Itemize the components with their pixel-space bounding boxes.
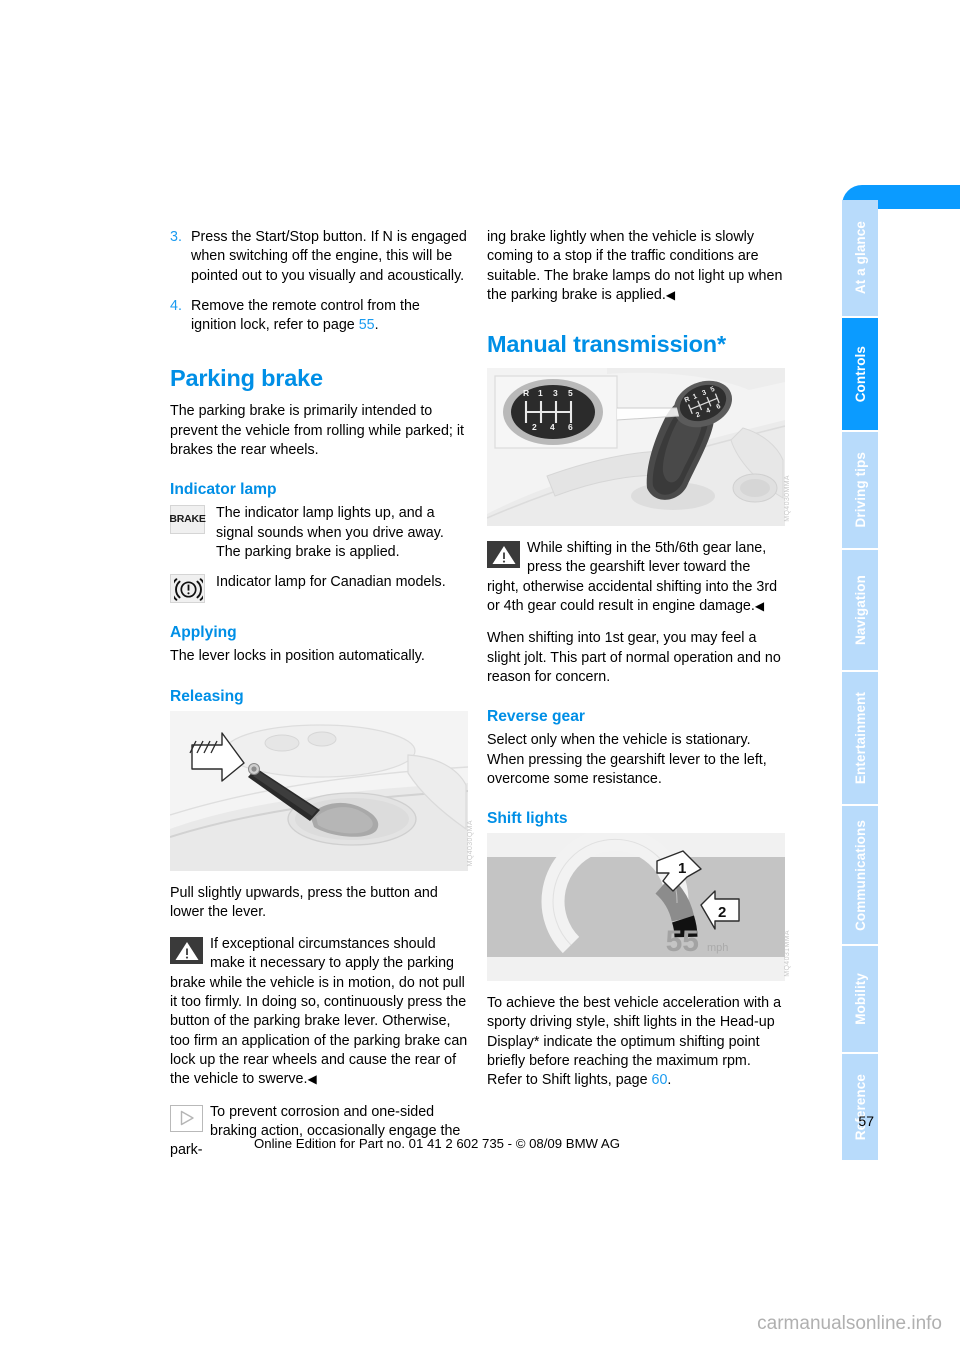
warning-icon-glyph: [492, 546, 515, 565]
right-column: ing brake lightly when the vehicle is sl…: [487, 228, 791, 1104]
figure-code: MQ4031MMA: [783, 930, 791, 978]
svg-text:3: 3: [553, 388, 558, 398]
canadian-brake-indicator-icon: [170, 574, 205, 604]
brake-warning-symbol: [174, 578, 203, 602]
sidebar-tab-label: Reference: [852, 1073, 868, 1141]
heading-indicator-lamp: Indicator lamp: [170, 481, 277, 499]
figure-parking-brake-lever: MQ4030QMA: [170, 710, 474, 871]
warning-icon-glyph: [175, 942, 198, 961]
sidebar-tab-communications[interactable]: Communications: [842, 806, 878, 946]
svg-text:1: 1: [678, 860, 686, 877]
sidebar-tab-label: Navigation: [852, 574, 868, 645]
heading-reverse-gear: Reverse gear: [487, 708, 585, 726]
step-number: 4.: [170, 297, 182, 314]
svg-text:6: 6: [568, 422, 573, 432]
hud-speed-value: 55: [666, 925, 699, 958]
canadian-indicator-text: Indicator lamp for Canadian models.: [216, 574, 446, 591]
heading-applying: Applying: [170, 624, 237, 642]
page-link[interactable]: 55: [359, 317, 375, 333]
end-mark: ◀: [665, 287, 676, 302]
list-item: 3. Press the Start/Stop button. If N is …: [170, 228, 468, 286]
left-column: 3. Press the Start/Stop button. If N is …: [169, 228, 474, 1161]
warning-block: If exceptional circumstances should make…: [170, 935, 468, 1089]
figure-code: MQ4030QMA: [466, 820, 474, 867]
reverse-gear-text: Select only when the vehicle is stationa…: [487, 732, 767, 787]
heading-releasing: Releasing: [170, 687, 244, 705]
step-text: Press the Start/Stop button. If N is eng…: [191, 229, 467, 284]
warning-triangle-icon: [487, 541, 520, 569]
figure-manual-transmission: R135 246 R135 246 MQ4030MMA: [487, 368, 791, 527]
indicator-lamp-text: The indicator lamp lights up, and a sign…: [216, 505, 444, 560]
canadian-brake-indicator-icon-wrap: [170, 573, 208, 604]
step-text-before: Remove the remote control from the ignit…: [191, 297, 420, 334]
page-link[interactable]: 60: [652, 1072, 668, 1088]
svg-text:R: R: [523, 388, 529, 398]
sidebar-tab-controls[interactable]: Controls: [842, 318, 878, 432]
list-item: 4. Remove the remote control from the ig…: [170, 297, 468, 336]
shift-lights-text: To achieve the best vehicle acceleration…: [487, 994, 785, 1090]
end-mark: ◀: [754, 599, 765, 614]
warning-text: While shifting in the 5th/6th gear lane,…: [487, 540, 778, 615]
figure-code: MQ4030MMA: [783, 475, 791, 523]
sidebar-tab-entertainment[interactable]: Entertainment: [842, 672, 878, 806]
step-text: Remove the remote control from the ignit…: [191, 297, 468, 336]
continued-text: ing brake lightly when the vehicle is sl…: [487, 228, 785, 305]
sidebar-tab-label: Driving tips: [852, 452, 868, 528]
transmission-note: When shifting into 1st gear, you may fee…: [487, 630, 781, 685]
indicator-lamp-row: BRAKE The indicator lamp lights up, and …: [169, 504, 468, 562]
warning-block: While shifting in the 5th/6th gear lane,…: [487, 539, 785, 616]
svg-text:2: 2: [532, 422, 537, 432]
heading-shift-lights: Shift lights: [487, 810, 568, 828]
releasing-caption: Pull slightly upwards, press the button …: [170, 884, 438, 920]
brake-indicator-icon: BRAKE: [169, 505, 206, 535]
page-number: 57: [858, 1113, 874, 1129]
tip-block: To prevent corrosion and one-sided braki…: [170, 1103, 468, 1161]
continued-text-body: ing brake lightly when the vehicle is sl…: [487, 229, 783, 303]
svg-text:1: 1: [538, 388, 543, 398]
sidebar-tab-driving-tips[interactable]: Driving tips: [842, 432, 878, 550]
warning-text: If exceptional circumstances should make…: [170, 936, 468, 1088]
parking-brake-lever-illustration: [170, 710, 468, 871]
page-title: Parking brake: [170, 365, 323, 392]
sidebar-tab-label: Mobility: [852, 973, 868, 1025]
svg-text:5: 5: [568, 388, 573, 398]
manual-page: At a glance Controls Driving tips Navigatio…: [0, 0, 960, 1358]
shift-lights-text-before: To achieve the best vehicle acceleration…: [487, 995, 782, 1089]
sidebar-tab-label: Entertainment: [852, 691, 868, 785]
figure-shift-lights-hud: 1 2 55 mph MQ4031MMA: [487, 833, 791, 982]
sidebar-tab-label: At a glance: [852, 221, 868, 295]
sidebar-tab-at-a-glance[interactable]: At a glance: [842, 200, 878, 318]
hud-speed-unit: mph: [707, 942, 728, 954]
numbered-steps: 3. Press the Start/Stop button. If N is …: [170, 228, 468, 335]
svg-text:2: 2: [718, 904, 726, 921]
gearshift-lever-illustration: R135 246 R135 246: [487, 368, 785, 527]
end-mark: ◀: [307, 1072, 317, 1087]
applying-text: The lever locks in position automaticall…: [170, 648, 425, 665]
shift-lights-text-after: .: [667, 1072, 672, 1089]
warning-triangle-icon: [170, 937, 203, 965]
canadian-indicator-row: Indicator lamp for Canadian models.: [170, 573, 468, 604]
footer-tab-marker: [842, 1108, 851, 1156]
parking-brake-intro: The parking brake is primarily intended …: [170, 403, 465, 459]
sidebar-tab-label: Communications: [852, 819, 868, 931]
sidebar-tab-mobility[interactable]: Mobility: [842, 946, 878, 1054]
sidebar-tab-label: Controls: [852, 345, 868, 403]
edition-line: Online Edition for Part no. 01 41 2 602 …: [254, 1136, 620, 1151]
watermark: carmanualsonline.info: [757, 1313, 942, 1334]
heading-manual-transmission: Manual transmission*: [487, 331, 726, 358]
head-up-display-illustration: 1 2 55 mph: [487, 833, 785, 982]
sidebar-tab-navigation[interactable]: Navigation: [842, 550, 878, 672]
brake-indicator-icon-wrap: BRAKE: [169, 504, 208, 562]
svg-text:4: 4: [550, 422, 555, 432]
step-text-after: .: [374, 317, 379, 334]
section-tab-rail: At a glance Controls Driving tips Navigatio…: [842, 200, 878, 1160]
step-number: 3.: [170, 229, 182, 245]
